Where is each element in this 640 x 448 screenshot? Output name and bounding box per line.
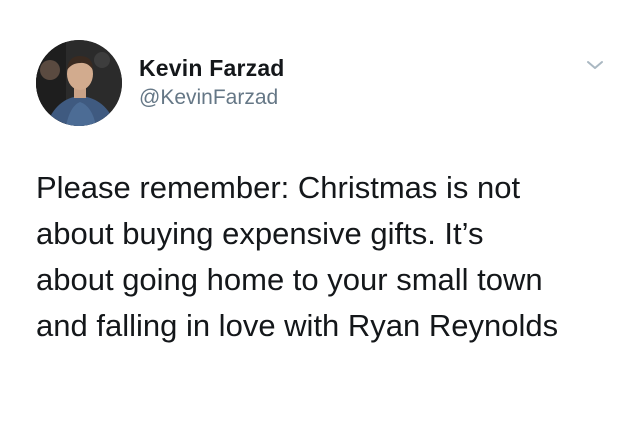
avatar[interactable] xyxy=(36,40,122,126)
user-photo-icon xyxy=(36,40,122,126)
tweet-text-line: and falling in love with Ryan Reynolds xyxy=(36,308,559,343)
tweet-card: Kevin Farzad @KevinFarzad Please remembe… xyxy=(0,0,640,448)
chevron-down-icon[interactable] xyxy=(586,58,604,70)
author-identity: Kevin Farzad @KevinFarzad xyxy=(139,54,285,112)
author-handle[interactable]: @KevinFarzad xyxy=(139,84,285,112)
tweet-text-line: about buying expensive gifts. It’s xyxy=(36,216,484,251)
tweet-text: Please remember: Christmas is not about … xyxy=(36,165,616,349)
author-display-name[interactable]: Kevin Farzad xyxy=(139,54,285,82)
tweet-text-line: about going home to your small town xyxy=(36,262,543,297)
tweet-text-line: Please remember: Christmas is not xyxy=(36,170,521,205)
tweet-header: Kevin Farzad @KevinFarzad xyxy=(36,40,620,130)
